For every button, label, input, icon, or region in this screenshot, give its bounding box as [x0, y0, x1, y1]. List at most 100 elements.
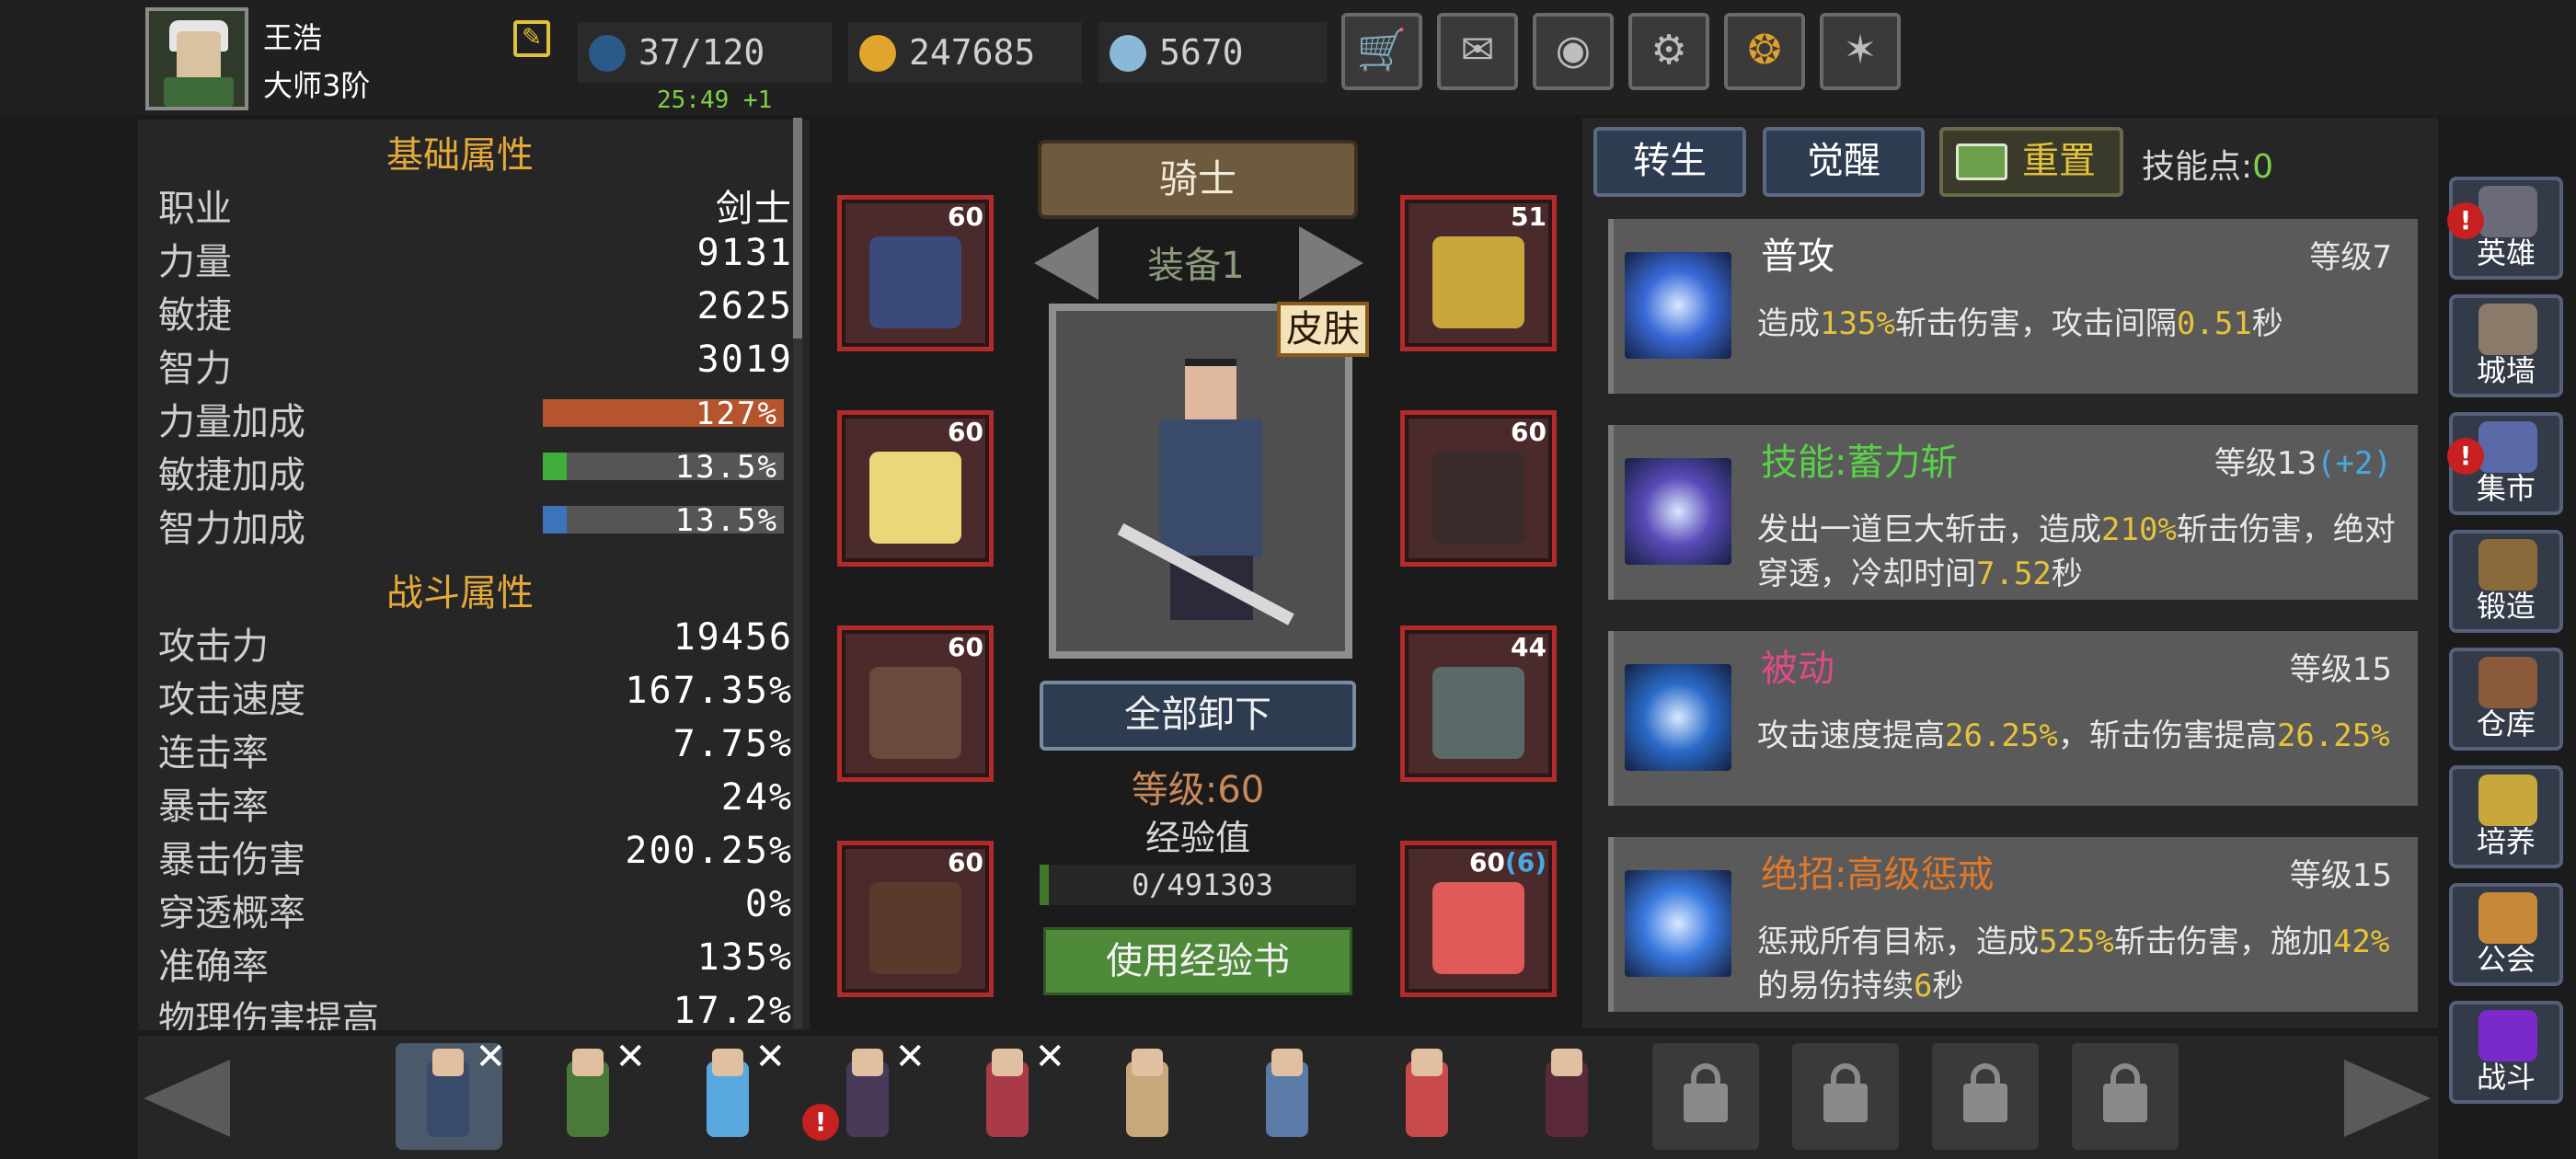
hero-level: 等级:60 [1131, 769, 1265, 811]
skill-icon [1625, 870, 1731, 977]
stat-row: 暴击伤害 200.25% [158, 830, 793, 883]
stat-value: 9131 [696, 232, 793, 274]
gold-display[interactable]: 247685 [848, 22, 1082, 83]
hero-next-arrow[interactable] [2344, 1060, 2431, 1137]
equipment-slot-sword[interactable]: 60(6) [1400, 841, 1557, 997]
nav-item-3[interactable]: 锻造 [2449, 530, 2563, 633]
bonus-value: 13.5% [674, 449, 778, 486]
hero-knight[interactable]: ✕ [396, 1036, 506, 1150]
gem-display[interactable]: 5670 [1098, 22, 1327, 83]
stat-value: 19456 [673, 616, 793, 659]
nav-item-1[interactable]: 城墙 [2449, 294, 2563, 397]
unequip-all-button[interactable]: 全部卸下 [1040, 681, 1356, 751]
awaken-tab[interactable]: 觉醒 [1763, 127, 1925, 197]
hero-gunner[interactable] [1235, 1043, 1341, 1150]
prev-set-arrow[interactable] [1034, 226, 1098, 300]
equipment-slot-pants[interactable]: 60 [837, 625, 994, 782]
stat-row: 职业 剑士 [158, 178, 793, 232]
hero-priest[interactable] [1374, 1043, 1481, 1150]
knight-body [1159, 419, 1262, 557]
nav-item-4[interactable]: 仓库 [2449, 648, 2563, 751]
remove-hero-icon[interactable]: ✕ [754, 1036, 786, 1078]
remove-hero-icon[interactable]: ✕ [1034, 1036, 1065, 1078]
stat-label: 物理伤害提高 [158, 999, 379, 1030]
remove-hero-icon[interactable]: ✕ [894, 1036, 926, 1078]
nav-label: 战斗 [2476, 1060, 2536, 1095]
shop-button[interactable]: 🛒 [1341, 13, 1422, 90]
skill-card[interactable]: 技能:蓄力斩 等级13(+2) 发出一道巨大斩击，造成210%斩击伤害，绝对穿透，冷… [1608, 425, 2418, 600]
nav-item-2[interactable]: 集市! [2447, 412, 2563, 515]
locked-hero-slot[interactable] [1652, 1043, 1759, 1150]
nav-item-5[interactable]: 培养 [2449, 765, 2563, 868]
gamepad-button[interactable]: ◉ [1533, 13, 1614, 90]
skill-level: 等级13(+2) [2214, 438, 2392, 483]
skill-level-text: 等级7 [2309, 239, 2392, 276]
mail-icon: ✉ [1460, 27, 1495, 74]
locked-hero-slot[interactable] [1792, 1043, 1899, 1150]
exp-label: 经验值 [1144, 818, 1250, 858]
stats-panel[interactable]: 基础属性 职业 剑士 力量 9131 敏捷 2625 智力 3019 力量加成 127% 敏捷加成 1… [138, 120, 810, 1030]
next-set-arrow[interactable] [1299, 226, 1363, 300]
item-level-value: 60 [948, 417, 983, 447]
skill-desc-value: 7.52 [1976, 556, 2052, 592]
skill-level-text: 等级13 [2214, 445, 2317, 482]
nav-item-7[interactable]: 战斗 [2449, 1001, 2563, 1104]
skill-level-bonus: (+2) [2317, 445, 2392, 482]
stat-label: 力量加成 [158, 401, 305, 443]
hero-sorceress[interactable]: ✕ [955, 1036, 1065, 1150]
hero-prev-arrow[interactable] [144, 1060, 230, 1137]
hero-sprite-head [432, 1049, 464, 1076]
skin-button[interactable]: 皮肤 [1277, 302, 1369, 357]
energy-timer: 25:49 +1 [657, 86, 773, 114]
color-button[interactable]: ❂ [1724, 13, 1805, 90]
stat-label: 智力 [158, 348, 232, 390]
mail-button[interactable]: ✉ [1437, 13, 1518, 90]
skill-icon [1625, 252, 1731, 359]
item-level: 60 [1511, 417, 1547, 447]
skill-desc-value: 0.51 [2176, 305, 2252, 342]
hero-amazon[interactable] [1095, 1043, 1202, 1150]
rebirth-tab[interactable]: 转生 [1593, 127, 1746, 197]
skill-card[interactable]: 被动 等级15 攻击速度提高26.25%，斩击伤害提高26.25% [1608, 631, 2418, 806]
player-avatar[interactable] [145, 7, 248, 110]
bonus-bar-fill [543, 453, 568, 480]
hero-ice-mage[interactable]: ✕ [675, 1036, 786, 1150]
reset-button[interactable]: 重置 [1939, 127, 2123, 197]
hero-archer[interactable]: ✕ [535, 1036, 646, 1150]
stat-row: 暴击率 24% [158, 776, 793, 830]
fireworks-button[interactable]: ✶ [1820, 13, 1901, 90]
skill-desc-value: 26.25% [1945, 717, 2058, 754]
equipment-slot-bracelet[interactable]: 44 [1400, 625, 1557, 782]
item-level: 60 [948, 847, 983, 878]
stat-value: 2625 [696, 285, 793, 327]
cart-icon: 🛒 [1356, 27, 1408, 74]
locked-hero-slot[interactable] [1932, 1043, 2039, 1150]
edit-name-icon[interactable]: ✎ [513, 20, 550, 57]
remove-hero-icon[interactable]: ✕ [475, 1036, 506, 1078]
stat-value: 24% [720, 776, 793, 819]
stat-label: 连击率 [158, 732, 269, 775]
hero-dark-mage[interactable]: ✕! [802, 1036, 926, 1150]
exp-bar: 0/491303 [1040, 865, 1356, 905]
equipment-slot-necklace[interactable]: 51 [1400, 195, 1557, 351]
nav-item-6[interactable]: 公会 [2449, 883, 2563, 986]
skill-desc-value: 135% [1820, 305, 1895, 342]
equipment-slot-boots[interactable]: 60 [837, 841, 994, 997]
skill-card[interactable]: 普攻 等级7 造成135%斩击伤害，攻击间隔0.51秒 [1608, 219, 2418, 394]
stats-scroll-thumb[interactable] [793, 118, 802, 339]
stat-row: 力量 9131 [158, 232, 793, 285]
remove-hero-icon[interactable]: ✕ [615, 1036, 646, 1078]
locked-hero-slot[interactable] [2072, 1043, 2179, 1150]
nav-label: 城墙 [2476, 353, 2536, 388]
skill-card[interactable]: 绝招:高级惩戒 等级15 惩戒所有目标，造成525%斩击伤害，施加42% 的易伤持续6… [1608, 837, 2418, 1012]
hero-assassin[interactable] [1514, 1043, 1621, 1150]
equipment-slot-gloves[interactable]: 60 [1400, 410, 1557, 567]
lock-icon [1823, 1084, 1868, 1122]
equipment-slot-cloak[interactable]: 60 [837, 410, 994, 567]
use-exp-book-button[interactable]: 使用经验书 [1043, 927, 1352, 995]
equipment-slot-helmet[interactable]: 60 [837, 195, 994, 351]
settings-button[interactable]: ⚙ [1628, 13, 1709, 90]
energy-display[interactable]: 37/120 [578, 22, 832, 83]
nav-item-0[interactable]: 英雄! [2447, 177, 2563, 280]
skill-points: 技能点:0 [2142, 140, 2273, 188]
